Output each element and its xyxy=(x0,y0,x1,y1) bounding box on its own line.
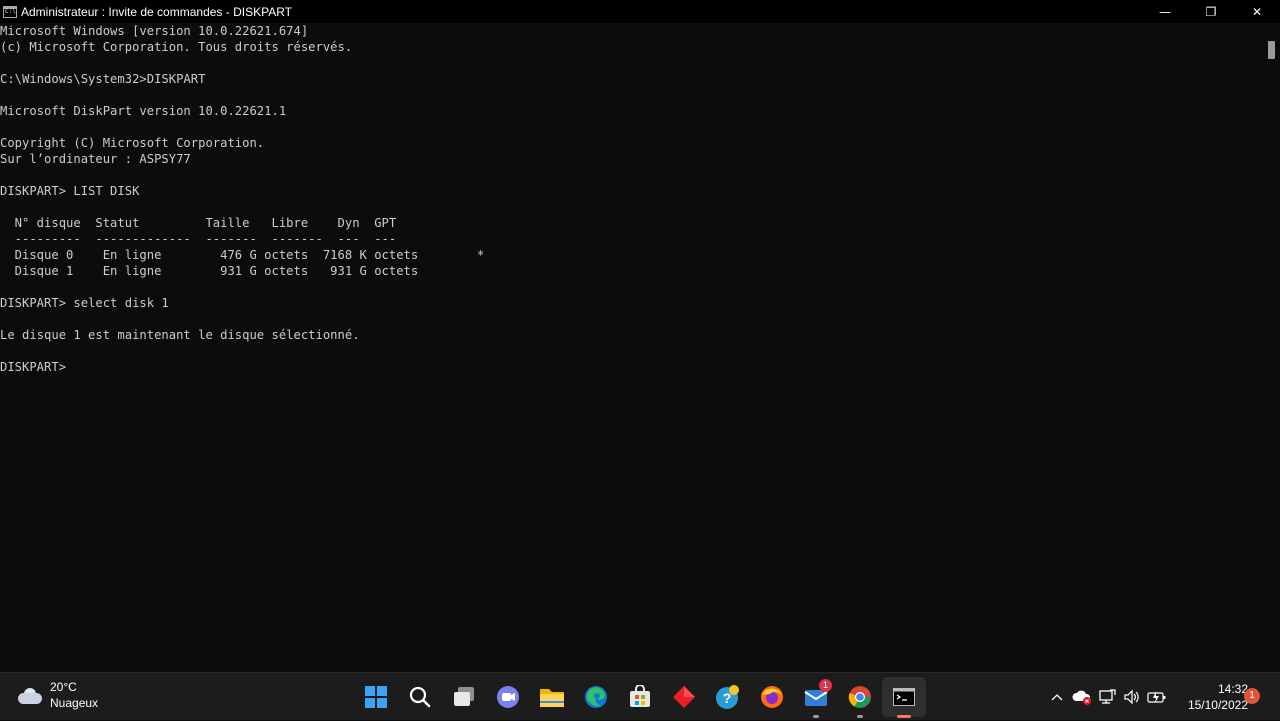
running-indicator xyxy=(813,715,819,718)
cloud-sync-error-icon[interactable] xyxy=(1069,673,1094,721)
file-explorer-button[interactable] xyxy=(530,673,574,721)
console-line: (c) Microsoft Corporation. Tous droits r… xyxy=(0,40,353,54)
console-line: DISKPART> xyxy=(0,360,67,374)
console-line: Microsoft Windows [version 10.0.22621.67… xyxy=(0,24,309,38)
mail-badge: 1 xyxy=(819,679,832,692)
console-line: DISKPART> select disk 1 xyxy=(0,296,169,310)
taskbar-apps: ? 1 xyxy=(354,673,926,721)
teams-chat-button[interactable] xyxy=(486,673,530,721)
console-line: N° disque Statut Taille Libre Dyn GPT xyxy=(0,216,397,230)
clock-date: 15/10/2022 xyxy=(1187,698,1248,712)
search-icon xyxy=(409,686,431,708)
cmd-app-icon[interactable] xyxy=(3,5,17,18)
battery-icon[interactable] xyxy=(1144,673,1169,721)
task-view-button[interactable] xyxy=(442,673,486,721)
start-button[interactable] xyxy=(354,673,398,721)
minimize-button[interactable]: — xyxy=(1142,0,1188,23)
firefox-button[interactable] xyxy=(750,673,794,721)
system-tray xyxy=(1044,673,1169,721)
console-line: Sur l’ordinateur : ASPSY77 xyxy=(0,152,191,166)
console-output[interactable]: Microsoft Windows [version 10.0.22621.67… xyxy=(0,23,1264,672)
chrome-button[interactable] xyxy=(838,673,882,721)
console-line: Le disque 1 est maintenant le disque sél… xyxy=(0,328,360,342)
edge-icon xyxy=(585,686,607,708)
terminal-button[interactable] xyxy=(882,677,926,718)
vertical-scrollbar[interactable] xyxy=(1264,23,1280,672)
red-diamond-icon xyxy=(673,686,695,708)
running-indicator xyxy=(857,715,863,718)
terminal-icon xyxy=(893,688,915,706)
console-line: Copyright (C) Microsoft Corporation. xyxy=(0,136,265,150)
help-icon: ? xyxy=(716,685,739,709)
chat-icon xyxy=(497,686,519,708)
taskbar: 20°C Nuageux ? 1 14:32 15/10/2022 xyxy=(0,672,1280,720)
folder-icon xyxy=(540,689,564,707)
store-icon xyxy=(630,685,650,707)
svg-text:?: ? xyxy=(723,690,732,706)
console-line: Disque 1 En ligne 931 G octets 931 G oct… xyxy=(0,264,419,278)
window-controls: — ❐ ✕ xyxy=(1142,0,1280,23)
active-indicator xyxy=(897,715,911,718)
console-line: Disque 0 En ligne 476 G octets 7168 K oc… xyxy=(0,248,485,262)
scrollbar-thumb[interactable] xyxy=(1268,41,1275,59)
windows-logo-icon xyxy=(365,686,387,708)
maximize-button[interactable]: ❐ xyxy=(1188,0,1234,23)
firefox-icon xyxy=(761,686,783,708)
network-icon[interactable] xyxy=(1094,673,1119,721)
weather-widget[interactable]: 20°C Nuageux xyxy=(16,679,98,711)
show-hidden-icons-chevron-icon[interactable] xyxy=(1044,673,1069,721)
console-line: C:\Windows\System32>DISKPART xyxy=(0,72,206,86)
search-button[interactable] xyxy=(398,673,442,721)
taskbar-clock[interactable]: 14:32 15/10/2022 xyxy=(1170,681,1248,713)
help-button[interactable]: ? xyxy=(706,673,750,721)
task-view-icon xyxy=(454,687,474,706)
console-line: DISKPART> LIST DISK xyxy=(0,184,140,198)
window-titlebar[interactable]: Administrateur : Invite de commandes - D… xyxy=(0,0,1280,23)
notification-badge[interactable]: 1 xyxy=(1244,688,1260,704)
app-red-diamond-button[interactable] xyxy=(662,673,706,721)
clock-time: 14:32 xyxy=(1217,682,1248,696)
mail-button[interactable]: 1 xyxy=(794,673,838,721)
chrome-icon xyxy=(848,686,871,708)
edge-button[interactable] xyxy=(574,673,618,721)
window-title: Administrateur : Invite de commandes - D… xyxy=(21,4,292,19)
volume-icon[interactable] xyxy=(1119,673,1144,721)
console-line: Microsoft DiskPart version 10.0.22621.1 xyxy=(0,104,287,118)
store-button[interactable] xyxy=(618,673,662,721)
close-button[interactable]: ✕ xyxy=(1234,0,1280,23)
weather-temperature: 20°C xyxy=(50,680,77,694)
cloud-icon xyxy=(16,685,44,705)
weather-condition: Nuageux xyxy=(50,696,99,710)
console-line: --------- ------------- ------- ------- … xyxy=(0,232,397,246)
